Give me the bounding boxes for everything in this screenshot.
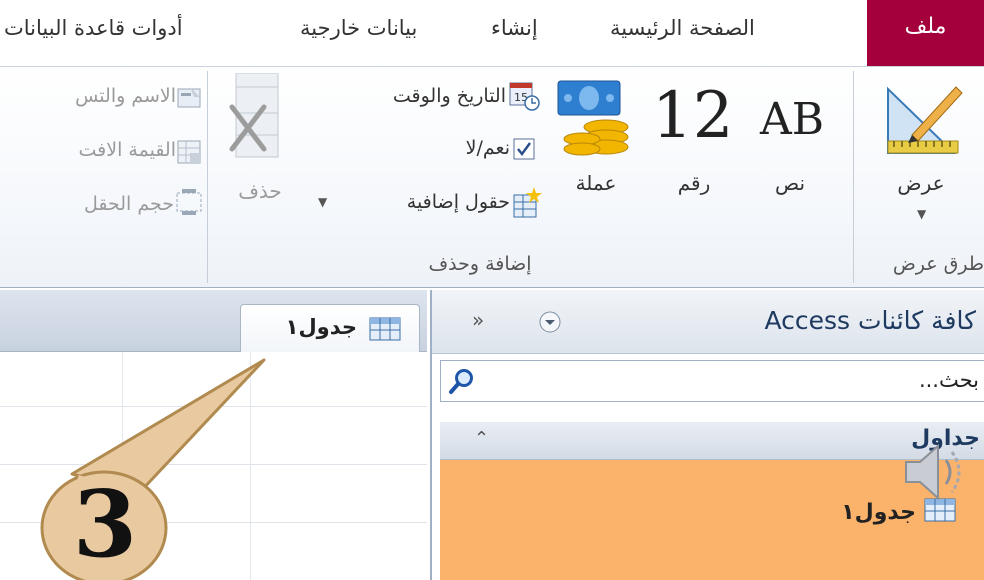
tab-create[interactable]: إنشاء (491, 16, 538, 40)
navigation-pane-header[interactable]: » كافة كائنات Access (432, 290, 984, 354)
yes-no-checkbox-icon (513, 138, 535, 160)
design-view-icon (887, 86, 963, 154)
group-separator (207, 71, 208, 283)
currency-button[interactable]: عملة (560, 171, 632, 195)
currency-icon (557, 80, 629, 156)
search-placeholder: بحث... (918, 368, 979, 392)
document-tab-label: جدول١ (285, 315, 357, 339)
more-fields-button[interactable]: حقول إضافية (340, 191, 510, 213)
navigation-pane: » كافة كائنات Access بحث... ⌃ جداول جدول… (430, 290, 984, 580)
grid-line (250, 352, 251, 580)
date-time-icon: 15 (509, 82, 540, 111)
views-group-label: طرق عرض (892, 253, 984, 275)
number-button[interactable]: رقم (662, 171, 726, 195)
grid-line (0, 406, 427, 407)
delete-icon (229, 73, 279, 158)
delete-button[interactable]: حذف (230, 179, 290, 203)
nav-menu-dropdown-icon[interactable] (538, 310, 562, 334)
table-icon (369, 317, 401, 341)
speaker-icon[interactable] (900, 436, 972, 508)
number-icon: 12 (652, 79, 734, 153)
add-delete-group-label: إضافة وحذف (428, 253, 532, 275)
document-tab[interactable]: جدول١ (240, 304, 420, 352)
name-caption-button[interactable]: الاسم والتس (4, 85, 176, 107)
text-button[interactable]: نص (760, 171, 820, 195)
callout-number: 3 (72, 470, 137, 578)
search-input[interactable]: بحث... (440, 360, 984, 402)
tab-database-tools[interactable]: أدوات قاعدة البيانات (4, 16, 183, 40)
more-fields-icon (513, 187, 542, 218)
tab-home[interactable]: الصفحة الرئيسية (610, 16, 755, 40)
field-size-icon (176, 189, 202, 215)
field-size-button[interactable]: حجم الحقل (4, 193, 174, 215)
view-dropdown-icon[interactable]: ▼ (917, 207, 926, 221)
document-tab-strip: جدول١ (0, 290, 427, 352)
tab-file[interactable]: ملف (867, 0, 984, 66)
name-caption-icon (177, 87, 201, 108)
text-icon: AB (760, 94, 825, 145)
shutter-bar-chevron-icon[interactable]: » (472, 308, 484, 332)
collapse-chevron-icon[interactable]: ⌃ (474, 428, 489, 449)
default-value-button[interactable]: القيمة الافت (4, 139, 176, 161)
view-button[interactable]: عرض (886, 171, 956, 195)
search-icon[interactable] (447, 367, 475, 395)
group-separator (853, 71, 854, 283)
default-value-icon (177, 140, 201, 164)
navigation-pane-title: كافة كائنات Access (764, 306, 976, 335)
ribbon: الاسم والتس القيمة الافت حجم الحقل حذف 1… (0, 66, 984, 288)
grid-line (0, 464, 427, 465)
ribbon-tab-bar: أدوات قاعدة البيانات بيانات خارجية إنشاء… (0, 0, 984, 66)
date-time-button[interactable]: التاريخ والوقت (320, 85, 506, 107)
yes-no-button[interactable]: نعم/لا (380, 137, 510, 159)
more-fields-dropdown-icon[interactable]: ▼ (318, 195, 327, 209)
tab-external-data[interactable]: بيانات خارجية (300, 16, 417, 40)
tab-file-label: ملف (904, 14, 947, 39)
